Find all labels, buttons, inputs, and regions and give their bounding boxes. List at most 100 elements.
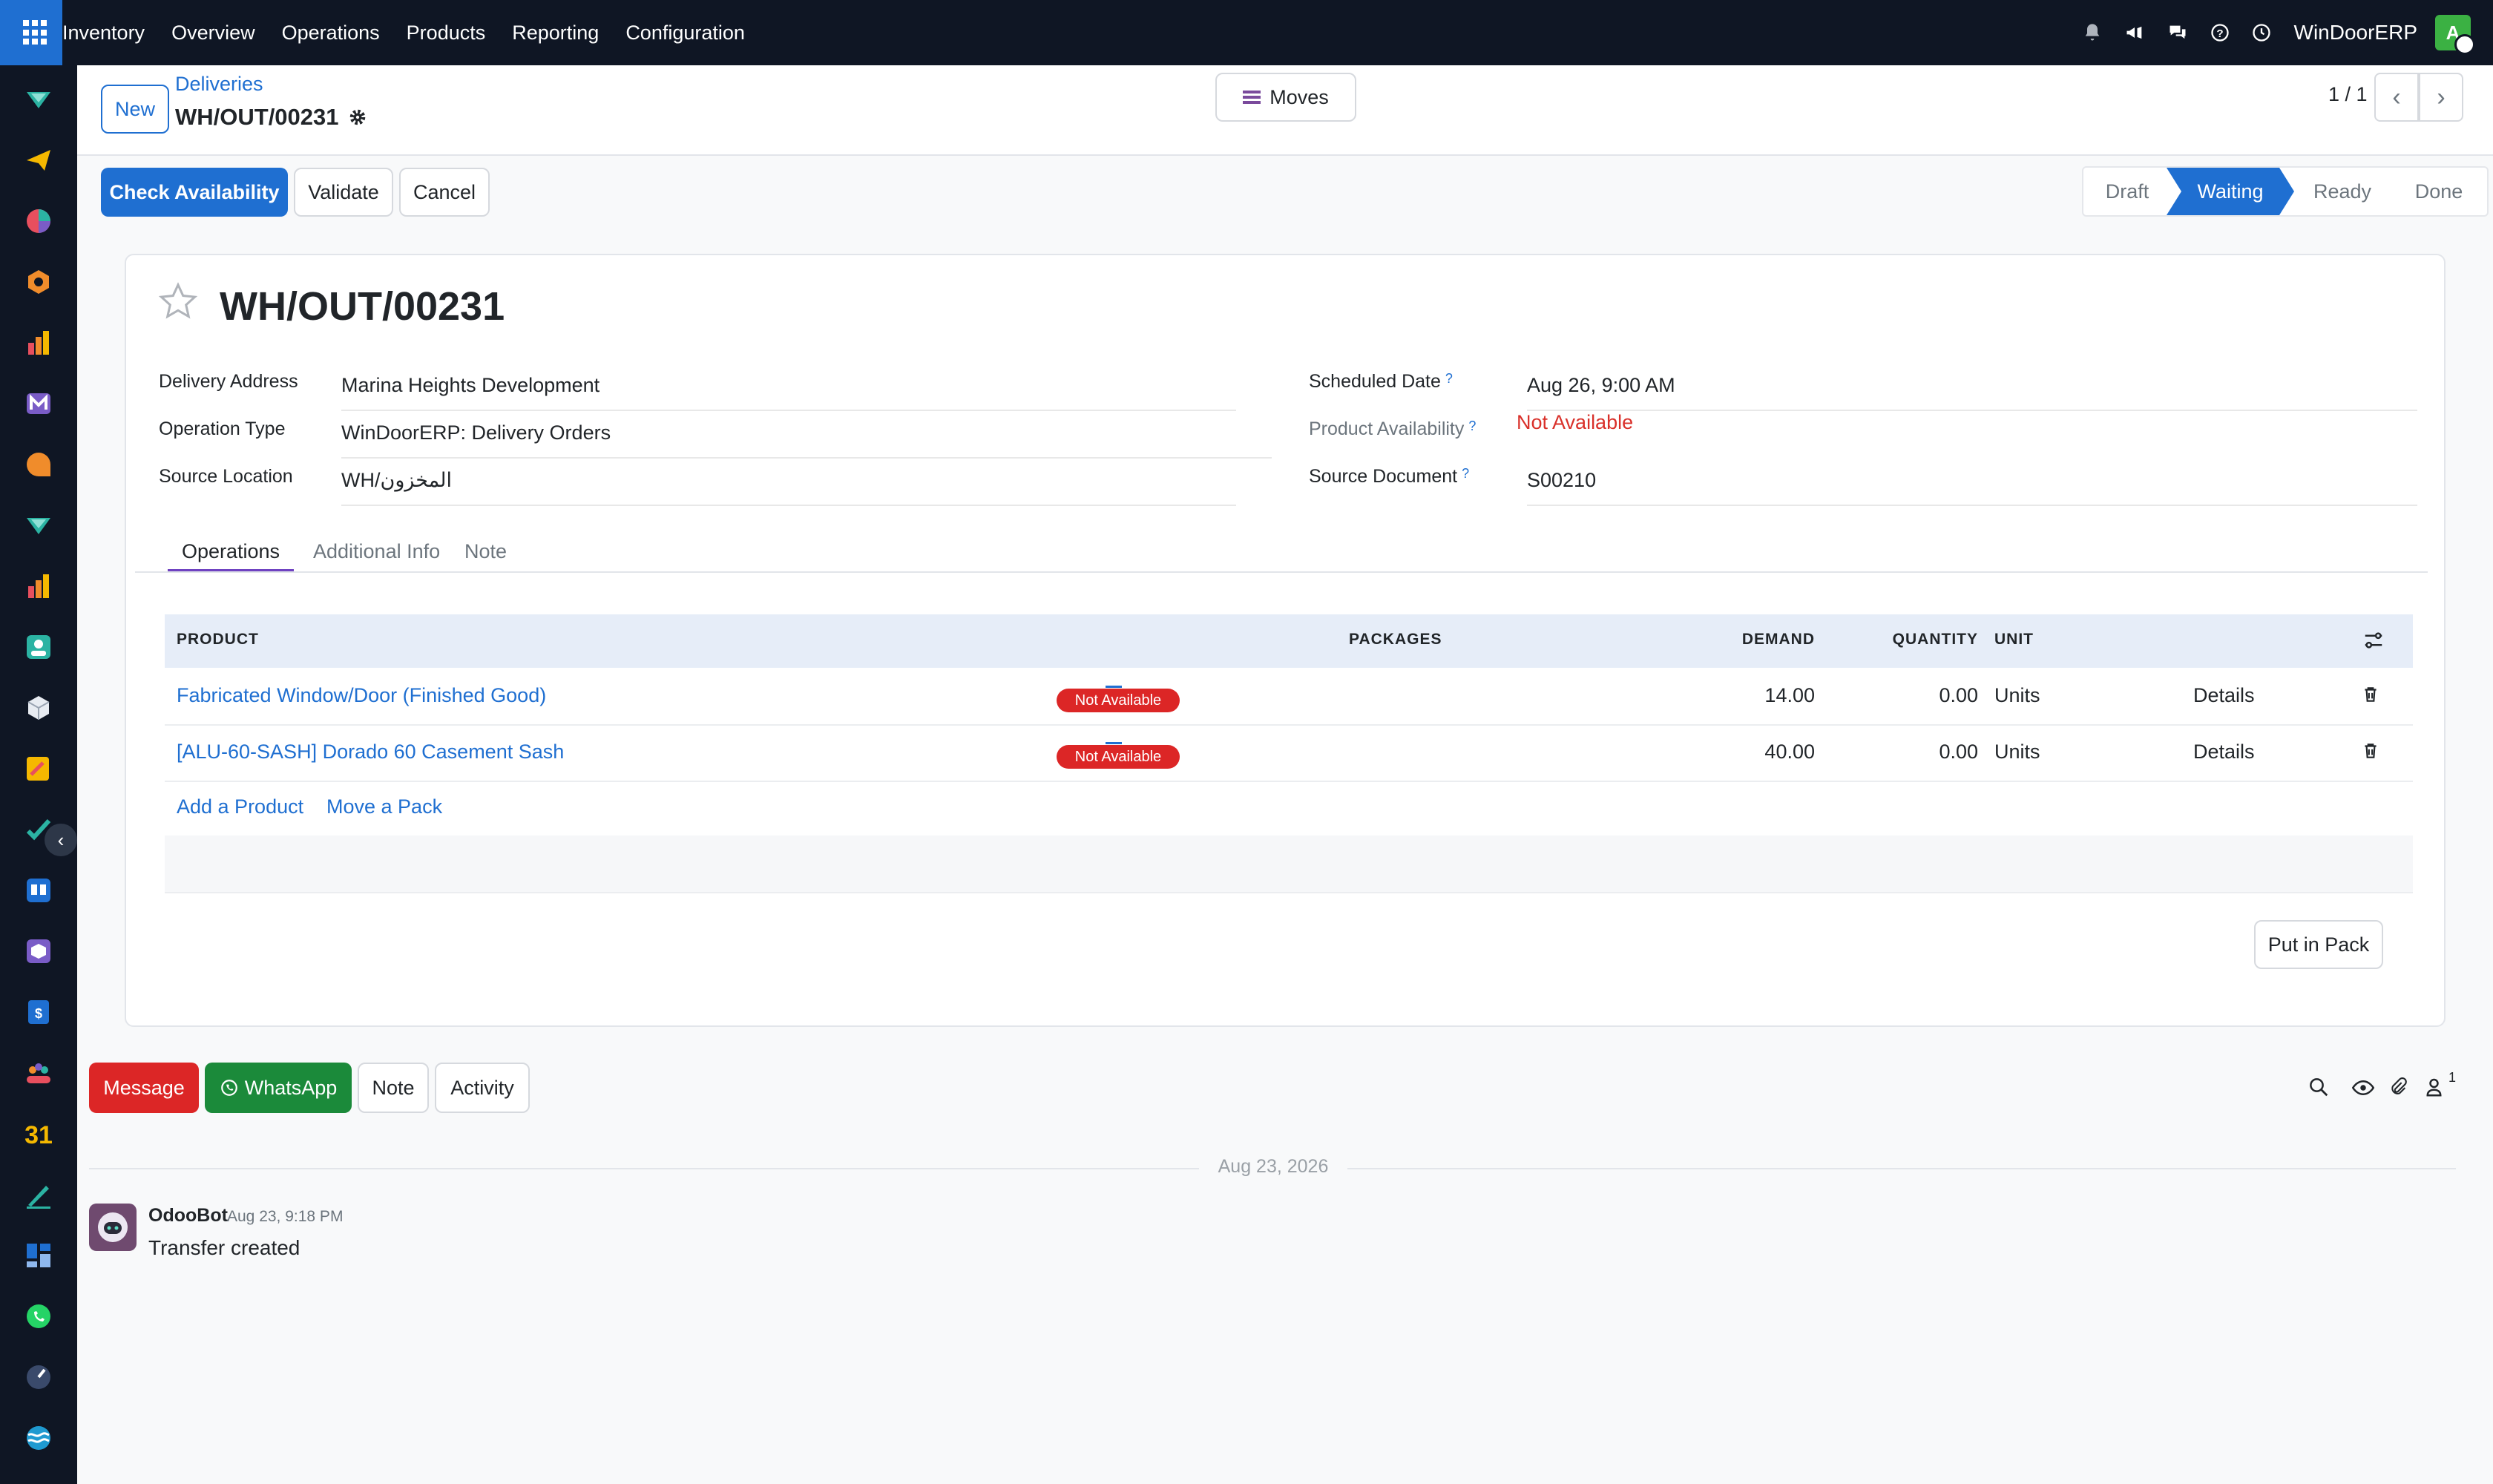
cancel-button[interactable]: Cancel	[399, 168, 490, 217]
source-document-label-text: Source Document	[1309, 466, 1458, 487]
column-quantity[interactable]: QUANTITY	[1893, 631, 1978, 649]
tab-additional-info[interactable]: Additional Info	[313, 540, 440, 571]
demand-value[interactable]: 14.00	[1764, 684, 1815, 707]
hexagon-app-icon[interactable]	[24, 267, 53, 297]
discuss-app-icon[interactable]	[24, 450, 53, 479]
menu-operations[interactable]: Operations	[282, 22, 380, 45]
product-link[interactable]: Fabricated Window/Door (Finished Good)	[177, 684, 546, 707]
delivery-address-field[interactable]: Marina Heights Development	[341, 374, 1236, 411]
table-row[interactable]: [ALU-60-SASH] Dorado 60 Casement Sash No…	[165, 724, 2413, 782]
record-name-text: WH/OUT/00231	[175, 104, 339, 130]
cube-app-icon[interactable]	[24, 693, 53, 723]
trash-icon[interactable]	[2361, 684, 2380, 710]
pager-value[interactable]: 1 / 1	[2328, 83, 2368, 106]
whatsapp-button[interactable]: WhatsApp	[205, 1063, 352, 1113]
app-name[interactable]: Inventory	[62, 22, 145, 45]
new-button[interactable]: New	[101, 85, 169, 134]
pen-app-icon[interactable]	[24, 1180, 53, 1209]
unit-value[interactable]: Units	[1994, 741, 2040, 764]
paper-plane-icon[interactable]	[24, 145, 53, 175]
help-icon[interactable]: ?	[1468, 418, 1476, 433]
user-avatar[interactable]: A	[2435, 15, 2475, 55]
details-button[interactable]: Details	[2193, 741, 2255, 764]
status-done[interactable]: Done	[2391, 168, 2487, 215]
log-note-button[interactable]: Note	[358, 1063, 429, 1113]
whatsapp-app-icon[interactable]	[24, 1301, 53, 1331]
menu-overview[interactable]: Overview	[171, 22, 255, 45]
odoobot-avatar[interactable]	[89, 1204, 137, 1251]
put-in-pack-button[interactable]: Put in Pack	[2254, 920, 2383, 969]
calendar-app-icon[interactable]: 31	[24, 1119, 53, 1149]
dashboard-app-icon[interactable]	[24, 1241, 53, 1270]
column-demand[interactable]: DEMAND	[1742, 631, 1815, 649]
unit-value[interactable]: Units	[1994, 684, 2040, 707]
search-icon[interactable]	[2308, 1076, 2330, 1102]
gauge-app-icon[interactable]	[24, 1362, 53, 1392]
activity-button[interactable]: Activity	[435, 1063, 530, 1113]
message-author[interactable]: OdooBot	[148, 1205, 228, 1227]
move-pack-link[interactable]: Move a Pack	[326, 795, 442, 818]
table-row[interactable]: Fabricated Window/Door (Finished Good) N…	[165, 668, 2413, 726]
help-icon[interactable]: ?	[2210, 22, 2230, 43]
package-app-icon[interactable]	[24, 936, 53, 966]
help-icon[interactable]: ?	[1462, 466, 1469, 481]
pager-next-button[interactable]: ›	[2419, 73, 2463, 122]
bar-chart-app-icon[interactable]	[24, 328, 53, 358]
pie-app-icon[interactable]	[24, 206, 53, 236]
status-draft[interactable]: Draft	[2083, 168, 2171, 215]
source-document-field[interactable]: S00210	[1527, 469, 2417, 506]
column-settings-icon[interactable]	[2362, 629, 2385, 656]
tab-note[interactable]: Note	[464, 540, 507, 571]
sign-app-icon[interactable]	[24, 754, 53, 784]
column-product[interactable]: PRODUCT	[177, 631, 259, 649]
column-unit[interactable]: UNIT	[1994, 631, 2034, 649]
megaphone-icon[interactable]	[2124, 22, 2146, 43]
sidebar-collapse-button[interactable]: ‹	[45, 824, 77, 856]
clock-icon[interactable]	[2251, 22, 2272, 43]
operation-type-field[interactable]: WinDoorERP: Delivery Orders	[341, 421, 1272, 459]
knowledge-app-icon[interactable]	[24, 876, 53, 905]
waves-app-icon[interactable]	[24, 1423, 53, 1453]
menu-configuration[interactable]: Configuration	[625, 22, 745, 45]
column-packages[interactable]: PACKAGES	[1349, 631, 1442, 649]
list-icon	[1243, 89, 1261, 105]
gear-icon[interactable]	[348, 108, 367, 127]
menu-reporting[interactable]: Reporting	[512, 22, 599, 45]
employees-app-icon[interactable]	[24, 1058, 53, 1088]
source-location-field[interactable]: WH/المخزون	[341, 469, 1236, 506]
demand-value[interactable]: 40.00	[1764, 741, 1815, 764]
inventory-app-icon[interactable]	[24, 510, 53, 540]
menu-products[interactable]: Products	[407, 22, 486, 45]
reporting-app-icon[interactable]	[24, 571, 53, 601]
star-icon[interactable]	[157, 280, 199, 326]
validate-button[interactable]: Validate	[294, 168, 393, 217]
product-link[interactable]: [ALU-60-SASH] Dorado 60 Casement Sash	[177, 741, 564, 764]
moves-smart-button[interactable]: Moves	[1215, 73, 1356, 122]
tab-operations[interactable]: Operations	[168, 540, 294, 571]
quantity-value[interactable]: 0.00	[1939, 741, 1978, 764]
help-icon[interactable]: ?	[1445, 371, 1453, 386]
status-badge: Not Available	[1057, 689, 1180, 712]
pager-previous-button[interactable]: ‹	[2374, 73, 2419, 122]
details-button[interactable]: Details	[2193, 684, 2255, 707]
send-message-button[interactable]: Message	[89, 1063, 199, 1113]
bell-icon[interactable]	[2082, 22, 2103, 43]
app-shortcut-icon[interactable]	[24, 85, 53, 114]
chat-icon[interactable]	[2167, 22, 2189, 43]
status-waiting[interactable]: Waiting	[2167, 168, 2294, 215]
company-name[interactable]: WinDoorERP	[2294, 21, 2417, 45]
paperclip-icon[interactable]	[2388, 1076, 2408, 1102]
status-ready[interactable]: Ready	[2294, 168, 2391, 215]
check-availability-button[interactable]: Check Availability	[101, 168, 288, 217]
trash-icon[interactable]	[2361, 741, 2380, 766]
mail-app-icon[interactable]	[24, 389, 53, 418]
invoice-app-icon[interactable]: $	[24, 997, 53, 1027]
followers-button[interactable]: 1	[2425, 1070, 2456, 1102]
eye-icon[interactable]	[2351, 1079, 2375, 1100]
breadcrumb-deliveries[interactable]: Deliveries	[175, 73, 263, 96]
contacts-app-icon[interactable]	[24, 632, 53, 662]
quantity-value[interactable]: 0.00	[1939, 684, 1978, 707]
scheduled-date-field[interactable]: Aug 26, 9:00 AM	[1527, 374, 2417, 411]
apps-menu-button[interactable]	[0, 0, 62, 65]
add-product-link[interactable]: Add a Product	[177, 795, 303, 818]
